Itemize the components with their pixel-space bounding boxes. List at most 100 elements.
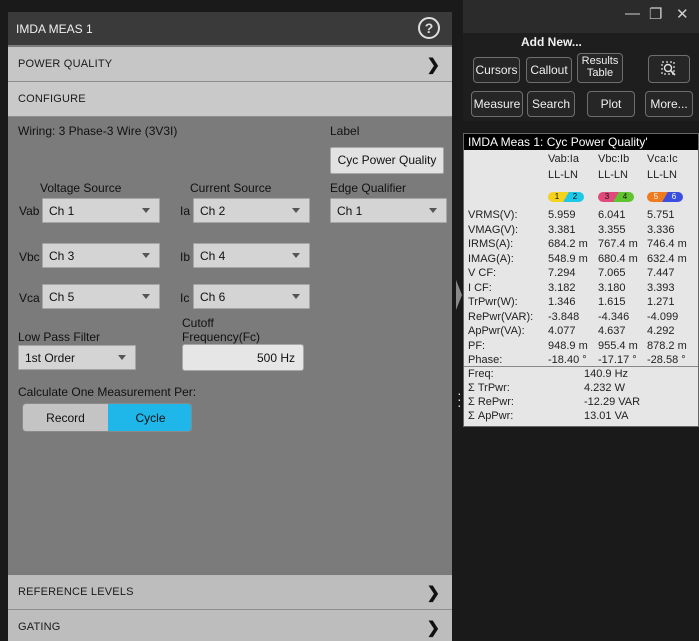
splitter-dots-icon[interactable]: · · · — [457, 386, 462, 412]
configure-body: Wiring: 3 Phase-3 Wire (3V3I) Label Cyc … — [8, 117, 452, 575]
row-label: VRMS(V): — [468, 209, 518, 221]
measure-button[interactable]: Measure — [471, 91, 523, 117]
vca-label: Vca — [19, 291, 40, 305]
pill-ch: 6 — [671, 192, 677, 201]
wiring-label[interactable]: Wiring: 3 Phase-3 Wire (3V3I) — [18, 124, 177, 138]
plot-button[interactable]: Plot — [587, 91, 635, 117]
ic-label: Ic — [180, 291, 190, 305]
minimize-icon[interactable]: — — [625, 5, 640, 22]
col-header: Vca:Ic — [647, 153, 678, 165]
chevron-down-icon — [118, 355, 126, 360]
vab-label: Vab — [19, 204, 40, 218]
restore-icon[interactable]: ❐ — [649, 5, 662, 23]
row-label: Phase: — [468, 354, 503, 366]
row-label: V CF: — [468, 267, 497, 279]
col-mode: LL-LN — [647, 169, 677, 181]
row-label: I CF: — [468, 281, 492, 294]
row-value: -4.346 — [598, 310, 630, 323]
channel-pill: 1 2 — [548, 192, 584, 202]
panel-title: IMDA MEAS 1 — [16, 22, 93, 36]
section-label: POWER QUALITY — [18, 58, 113, 70]
voltage-source-title: Voltage Source — [40, 181, 122, 195]
col-mode: LL-LN — [598, 169, 628, 181]
pill-ch: 1 — [554, 192, 560, 201]
row-value: 4.292 — [647, 325, 675, 337]
row-value: 3.393 — [647, 281, 675, 294]
chevron-down-icon — [292, 294, 300, 299]
cutoff-frequency-input[interactable]: 500 Hz — [182, 344, 304, 371]
chevron-right-icon: ❯ — [426, 57, 440, 74]
select-value: Ch 2 — [200, 204, 226, 218]
row-value: 684.2 m — [548, 238, 588, 250]
total-value: 4.232 W — [584, 382, 625, 394]
edge-qualifier-title: Edge Qualifier — [330, 181, 407, 195]
vbc-source-select[interactable]: Ch 3 — [42, 243, 160, 268]
pill-ch: 2 — [572, 192, 578, 201]
section-reference-levels[interactable]: REFERENCE LEVELS ❯ — [8, 575, 452, 610]
panel-collapse-handle[interactable] — [456, 280, 462, 310]
select-value: Ch 3 — [49, 249, 75, 263]
chevron-down-icon — [292, 208, 300, 213]
ib-source-select[interactable]: Ch 4 — [193, 243, 310, 268]
chevron-right-icon: ❯ — [426, 620, 440, 637]
row-label: IRMS(A): — [468, 238, 514, 250]
section-label: REFERENCE LEVELS — [18, 586, 134, 598]
right-titlebar: — ❐ ✕ — [463, 0, 699, 33]
section-label: GATING — [18, 621, 61, 633]
row-label: RePwr(VAR): — [468, 310, 534, 323]
row-value: 7.447 — [647, 267, 675, 279]
row-label: IMAG(A): — [468, 252, 514, 265]
results-table-button[interactable]: Results Table — [577, 53, 623, 83]
callout-button[interactable]: Callout — [526, 57, 572, 83]
section-label: CONFIGURE — [18, 93, 86, 105]
toggle-record[interactable]: Record — [23, 404, 108, 431]
row-value: -17.17 ° — [598, 354, 637, 366]
pill-ch: 3 — [604, 192, 610, 201]
edge-qualifier-select[interactable]: Ch 1 — [330, 198, 447, 223]
cursors-button[interactable]: Cursors — [473, 57, 520, 83]
select-value: Ch 4 — [200, 249, 226, 263]
row-value: 4.077 — [548, 325, 576, 337]
ic-source-select[interactable]: Ch 6 — [193, 284, 310, 309]
select-value: Ch 1 — [49, 204, 75, 218]
low-pass-select[interactable]: 1st Order — [18, 345, 136, 370]
close-icon[interactable]: ✕ — [676, 5, 689, 23]
section-configure[interactable]: CONFIGURE — [8, 82, 452, 117]
imda-meas-panel: IMDA MEAS 1 ? POWER QUALITY ❯ CONFIGURE … — [8, 12, 452, 641]
row-value: 878.2 m — [647, 339, 687, 352]
vca-source-select[interactable]: Ch 5 — [42, 284, 160, 309]
chevron-right-icon: ❯ — [426, 585, 440, 602]
ia-source-select[interactable]: Ch 2 — [193, 198, 310, 223]
total-label: Freq: — [468, 368, 494, 380]
chevron-down-icon — [142, 294, 150, 299]
row-value: 5.959 — [548, 209, 576, 221]
channel-pill: 3 4 — [598, 192, 634, 202]
row-value: 1.271 — [647, 296, 675, 308]
col-header: Vbc:Ib — [598, 153, 630, 165]
vab-source-select[interactable]: Ch 1 — [42, 198, 160, 223]
vbc-label: Vbc — [19, 250, 40, 264]
more-button[interactable]: More... — [645, 91, 693, 117]
row-value: 7.294 — [548, 267, 576, 279]
row-value: 6.041 — [598, 209, 626, 221]
add-new-panel: Add New... Cursors Callout Results Table… — [463, 33, 699, 121]
section-power-quality[interactable]: POWER QUALITY ❯ — [8, 47, 452, 82]
label-value-button[interactable]: Cyc Power Quality — [330, 147, 444, 174]
chevron-down-icon — [142, 253, 150, 258]
section-gating[interactable]: GATING ❯ — [8, 610, 452, 641]
total-label: Σ RePwr: — [468, 396, 514, 408]
search-button[interactable]: Search — [527, 91, 575, 117]
row-value: 4.637 — [598, 325, 626, 337]
row-value: 3.381 — [548, 223, 576, 236]
low-pass-title: Low Pass Filter — [18, 330, 101, 344]
measurement-results-badge[interactable]: IMDA Meas 1: Cyc Power Quality' Vab:Ia V… — [463, 133, 699, 427]
pill-ch: 4 — [622, 192, 628, 201]
toggle-cycle[interactable]: Cycle — [108, 404, 191, 431]
label-title: Label — [330, 124, 360, 138]
panel-titlebar: IMDA MEAS 1 ? — [8, 12, 452, 45]
total-value: -12.29 VAR — [584, 396, 641, 408]
channel-pill: 5 6 — [647, 192, 683, 202]
zoom-search-icon[interactable] — [648, 55, 690, 83]
ib-label: Ib — [180, 250, 191, 264]
help-icon[interactable]: ? — [418, 17, 440, 39]
